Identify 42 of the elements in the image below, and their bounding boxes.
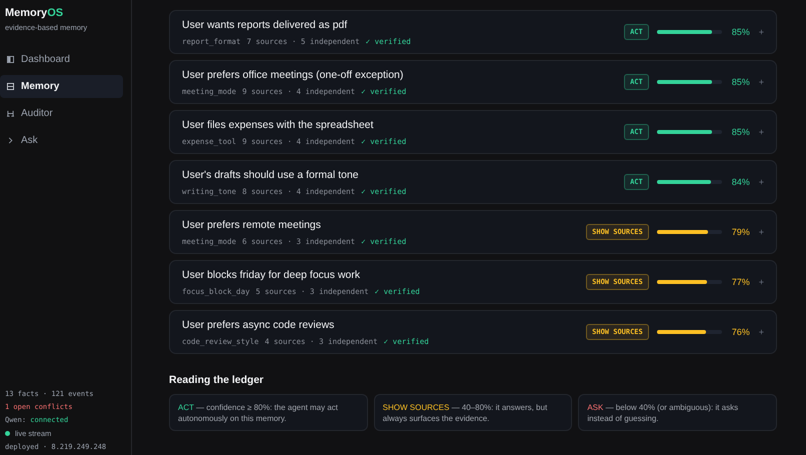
expand-button[interactable]: + [758,327,764,337]
chevron-icon [7,137,14,144]
confidence-value: 77% [730,277,750,287]
nav-item[interactable]: Auditor [0,102,123,125]
fact-title: User prefers office meetings (one-off exception) [182,68,404,80]
legend-item: ASK — below 40% (or ambiguous): it asks instead of guessing. [578,394,777,431]
confidence-bar [656,230,722,234]
live-dot [5,431,10,436]
fact-title: User prefers async code reviews [182,318,336,330]
confidence-bar [656,30,722,34]
nav-item[interactable]: Dashboard [0,48,123,71]
fact-title: User blocks friday for deep focus work [182,268,361,280]
confidence-bar [656,180,722,184]
nav-item[interactable]: Memory [0,75,123,98]
confidence-value: 85% [730,127,750,137]
scale-icon [7,110,14,117]
panel-icon [7,56,14,63]
list-icon [7,83,14,90]
expand-button[interactable]: + [758,277,764,287]
confidence-value: 85% [730,77,750,87]
fact-title: User's drafts should use a formal tone [182,168,360,180]
confidence-bar [656,330,722,334]
expand-button[interactable]: + [758,77,764,87]
confidence-bar [656,80,722,84]
confidence-value: 79% [730,227,750,237]
confidence-value: 84% [730,177,750,187]
legend-item: ACT — confidence ≥ 80%: the agent may act autonomously on this memory. [169,394,368,431]
expand-button[interactable]: + [758,27,764,37]
expand-button[interactable]: + [758,127,764,137]
confidence-value: 76% [730,327,750,337]
nav-item[interactable]: Ask [0,129,123,152]
confidence-value: 85% [730,27,750,37]
legend-title: Reading the ledger [169,374,265,386]
expand-button[interactable]: + [758,177,764,187]
fact-title: User files expenses with the spreadsheet [182,118,374,130]
legend-item: SHOW SOURCES — 40–80%: it answers, but always surfaces the evidence. [374,394,572,431]
confidence-bar [656,280,722,284]
expand-button[interactable]: + [758,227,764,237]
app-logo: MemoryOS [5,7,64,19]
confidence-bar [656,130,722,134]
fact-title: User wants reports delivered as pdf [182,18,348,30]
fact-title: User prefers remote meetings [182,218,322,230]
